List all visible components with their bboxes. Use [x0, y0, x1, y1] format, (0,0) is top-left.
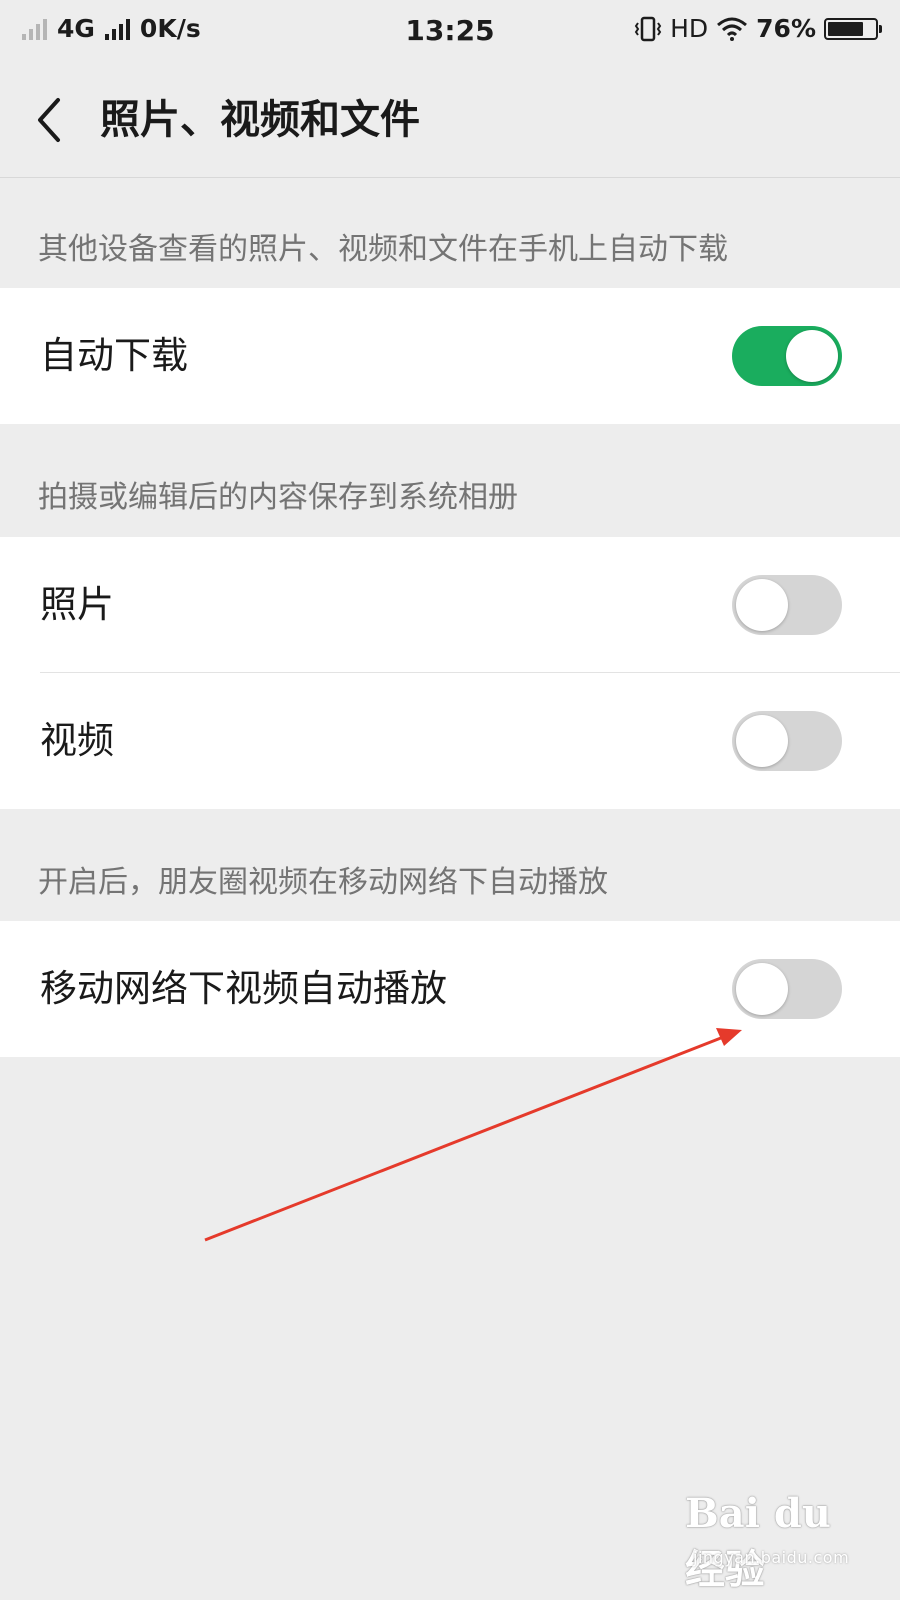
setting-row-auto-download[interactable]: 自动下载 [0, 288, 900, 424]
section-caption-save-to-album: 拍摄或编辑后的内容保存到系统相册 [38, 480, 518, 515]
save-photos-toggle[interactable] [732, 575, 842, 635]
setting-label: 照片 [40, 583, 114, 626]
setting-row-photos[interactable]: 照片 [0, 537, 900, 673]
toggle-knob [736, 579, 788, 631]
toggle-knob [736, 715, 788, 767]
baidu-jingyan-watermark: Bai du 经验 jingyan.baidu.com [685, 1490, 875, 1593]
battery-percent: 76% [756, 14, 816, 43]
watermark-url: jingyan.baidu.com [693, 1548, 850, 1567]
wifi-icon [717, 17, 748, 41]
battery-icon [824, 17, 882, 40]
save-videos-toggle[interactable] [732, 711, 842, 771]
hd-indicator: HD [670, 14, 709, 43]
vibrate-icon [634, 16, 662, 41]
setting-label: 移动网络下视频自动播放 [40, 967, 447, 1010]
back-button[interactable] [26, 92, 76, 148]
setting-row-mobile-autoplay[interactable]: 移动网络下视频自动播放 [0, 921, 900, 1057]
setting-label: 自动下载 [40, 334, 188, 377]
toggle-knob [786, 330, 838, 382]
watermark-brand: Bai du 经验 [685, 1490, 831, 1593]
setting-row-videos[interactable]: 视频 [0, 673, 900, 809]
setting-label: 视频 [40, 719, 114, 762]
annotation-arrow-line [204, 1034, 727, 1242]
status-bar: 4G 0K/s 13:25 HD 76% [0, 0, 900, 62]
mobile-autoplay-toggle[interactable] [732, 959, 842, 1019]
status-right: HD 76% [634, 14, 882, 43]
battery-fill [828, 21, 863, 36]
auto-download-toggle[interactable] [732, 326, 842, 386]
page-title: 照片、视频和文件 [100, 97, 420, 143]
toggle-knob [736, 963, 788, 1015]
section-caption-autoplay: 开启后，朋友圈视频在移动网络下自动播放 [38, 865, 608, 900]
chevron-left-icon [38, 98, 60, 142]
section-caption-auto-download: 其他设备查看的照片、视频和文件在手机上自动下载 [38, 232, 728, 267]
navigation-bar: 照片、视频和文件 [0, 62, 900, 178]
